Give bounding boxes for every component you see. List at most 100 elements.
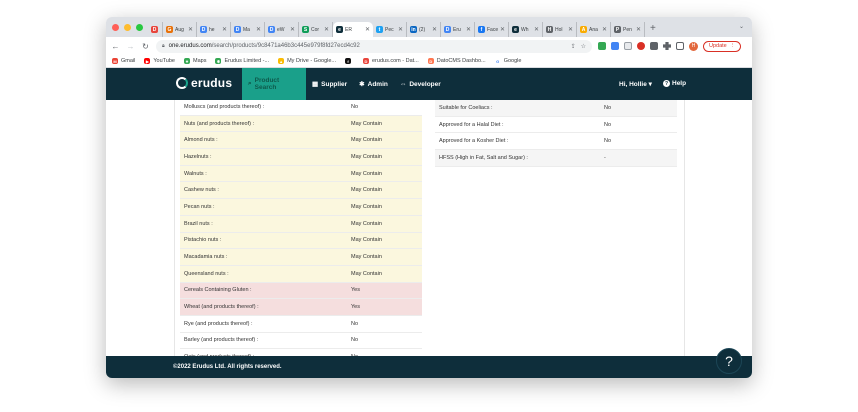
bookmark-item[interactable]: D DatoCMS Dashbo... [427,58,486,64]
browser-tab[interactable]: in (2) ✕ [407,22,441,37]
main-nav: ⌕ Product Search ▦ Supplier ✱ Admin ⇔ Developer [242,68,447,100]
help-chat-button[interactable]: ? [716,348,742,374]
tab-close-icon[interactable]: ✕ [500,26,505,33]
product-detail-content[interactable]: Molluscs (and products thereof) : No Nuts … [106,100,752,358]
browser-tab[interactable]: DeW ✕ [265,22,299,37]
close-window-button[interactable] [112,24,119,31]
erudus-logo[interactable]: erudus [176,76,232,90]
browser-tab[interactable]: D Eru ✕ [441,22,475,37]
reload-icon[interactable]: ↻ [141,42,150,51]
help-link[interactable]: ? Help [663,80,686,87]
puzzle-extensions-icon[interactable] [663,42,671,50]
browser-tab[interactable]: H Hol ✕ [543,22,577,37]
bookmark-item[interactable]: G Google [494,58,522,64]
tab-close-icon[interactable]: ✕ [188,26,193,33]
browser-tab[interactable]: e Wh ✕ [509,22,543,37]
row-value: May Contain [351,220,382,227]
user-menu[interactable]: Hi, Hollie ▾ [619,80,652,88]
minimize-window-button[interactable] [124,24,131,31]
update-button[interactable]: Update ⋮ [703,40,742,52]
bookmark-item[interactable]: Derudus.com - Dat... [363,58,419,64]
row-value: May Contain [351,237,382,244]
row-value: No [604,104,612,111]
row-label: Hazelnuts : [184,153,212,160]
browser-tab[interactable]: Dhe ✕ [197,22,231,37]
bookmark-item[interactable]: ▶ YouTube [144,58,175,64]
extension-icon[interactable] [611,42,619,50]
nav-item[interactable]: ⇔ Developer [394,68,447,100]
browser-tab[interactable]: D Ma ✕ [231,22,265,37]
logo-text: erudus [191,76,233,90]
tab-close-icon[interactable]: ✕ [365,26,370,33]
browser-tab[interactable]: f Face ✕ [475,22,509,37]
browser-tab[interactable]: P Pen ✕ [611,22,645,37]
bookmarks-bar: M Gmail ▶ YouTube ⌖ Maps ✱ Erudus Limited -... ▲… [106,55,752,68]
more-vertical-icon: ⋮ [729,43,736,49]
screenshot-extension-icon[interactable] [624,42,632,50]
nav-item[interactable]: ⌕ Product Search [242,68,306,100]
row-value: May Contain [351,153,382,160]
row-value: May Contain [351,120,382,127]
bookmark-star-icon[interactable]: ☆ [581,43,586,50]
browser-toolbar: ← → ↻ 🔒︎ one.erudus.com/search/products/… [106,37,752,55]
address-bar[interactable]: 🔒︎ one.erudus.com/search/products/9c8471… [156,39,592,53]
table-row: Approved for a Kosher Diet : No [435,133,677,151]
table-row: Wheat (and products thereof) : Yes [180,299,422,316]
table-row: Suitable for Coeliacs : No [435,100,677,117]
bookmark-label: YouTube [153,58,175,64]
tab-close-icon[interactable]: ✕ [568,26,573,33]
nav-item[interactable]: ✱ Admin [353,68,394,100]
row-label: Brazil nuts : [184,220,213,227]
profile-avatar[interactable]: H [689,41,698,51]
row-label: Walnuts : [184,170,207,177]
nav-item[interactable]: ▦ Supplier [306,68,353,100]
tab-close-icon[interactable]: ✕ [222,26,227,33]
bookmark-item[interactable]: ✱ Erudus Limited -... [215,58,269,64]
tab-close-icon[interactable]: ✕ [636,26,641,33]
tab-close-icon[interactable]: ✕ [602,26,607,33]
back-arrow-icon[interactable]: ← [111,42,120,51]
tab-favicon-icon: H [546,26,553,33]
tab-search-chevron-icon[interactable]: ⌄ [739,23,744,30]
tab-close-icon[interactable]: ✕ [290,26,295,33]
help-bubble-label: ? [725,353,733,369]
tab-close-icon[interactable]: ✕ [324,26,329,33]
row-label: Approved for a Kosher Diet : [439,138,509,145]
side-panel-icon[interactable] [676,42,684,50]
update-label: Update [709,43,727,49]
row-label: Barley (and products thereof) : [184,337,259,344]
adblock-extension-icon[interactable] [637,42,645,50]
bookmark-favicon-icon: ▶ [144,58,151,64]
tab-close-icon[interactable]: ✕ [432,26,437,33]
gear-icon: ✱ [359,81,365,88]
google-drive-extension-icon[interactable] [598,42,606,50]
new-tab-button[interactable]: + [645,23,662,37]
browser-tab[interactable]: t Pec ✕ [373,22,407,37]
table-row: Hazelnuts : May Contain [180,149,422,166]
tab-close-icon[interactable]: ✕ [534,26,539,33]
browser-tab[interactable]: G Aug ✕ [163,22,197,37]
table-row: Pecan nuts : May Contain [180,199,422,216]
camera-extension-icon[interactable] [650,42,658,50]
bookmark-item[interactable]: M Gmail [112,58,135,64]
tab-close-icon[interactable]: ✕ [256,26,261,33]
nav-item-label: Developer [409,80,441,88]
bookmark-label: Google [503,58,522,64]
maximize-window-button[interactable] [136,24,143,31]
browser-tab[interactable]: A Ana ✕ [577,22,611,37]
table-row: Nuts (and products thereof) : May Contain [180,115,422,133]
bookmark-item[interactable]: f [345,58,354,64]
forward-arrow-icon[interactable]: → [126,42,135,51]
browser-tab[interactable]: S Cor ✕ [299,22,333,37]
help-label: Help [672,80,687,87]
dietary-table: Suitable for Coeliacs : No Approved for a … [435,100,677,167]
tab-close-icon[interactable]: ✕ [466,26,471,33]
share-icon[interactable]: ⇪ [571,43,576,50]
bookmark-item[interactable]: ▲ My Drive - Google... [278,58,336,64]
bookmark-item[interactable]: ⌖ Maps [184,58,206,64]
tab-list: G Aug ✕ Dhe ✕ D Ma ✕ DeW ✕ S Cor ✕ e ER ✕ t Pec ✕ in (2) ✕ D Er… [163,21,645,37]
tab-favicon-icon: f [478,26,485,33]
browser-tab[interactable]: e ER ✕ [333,22,373,37]
pinned-tab[interactable]: D [149,22,163,37]
tab-close-icon[interactable]: ✕ [398,26,403,33]
